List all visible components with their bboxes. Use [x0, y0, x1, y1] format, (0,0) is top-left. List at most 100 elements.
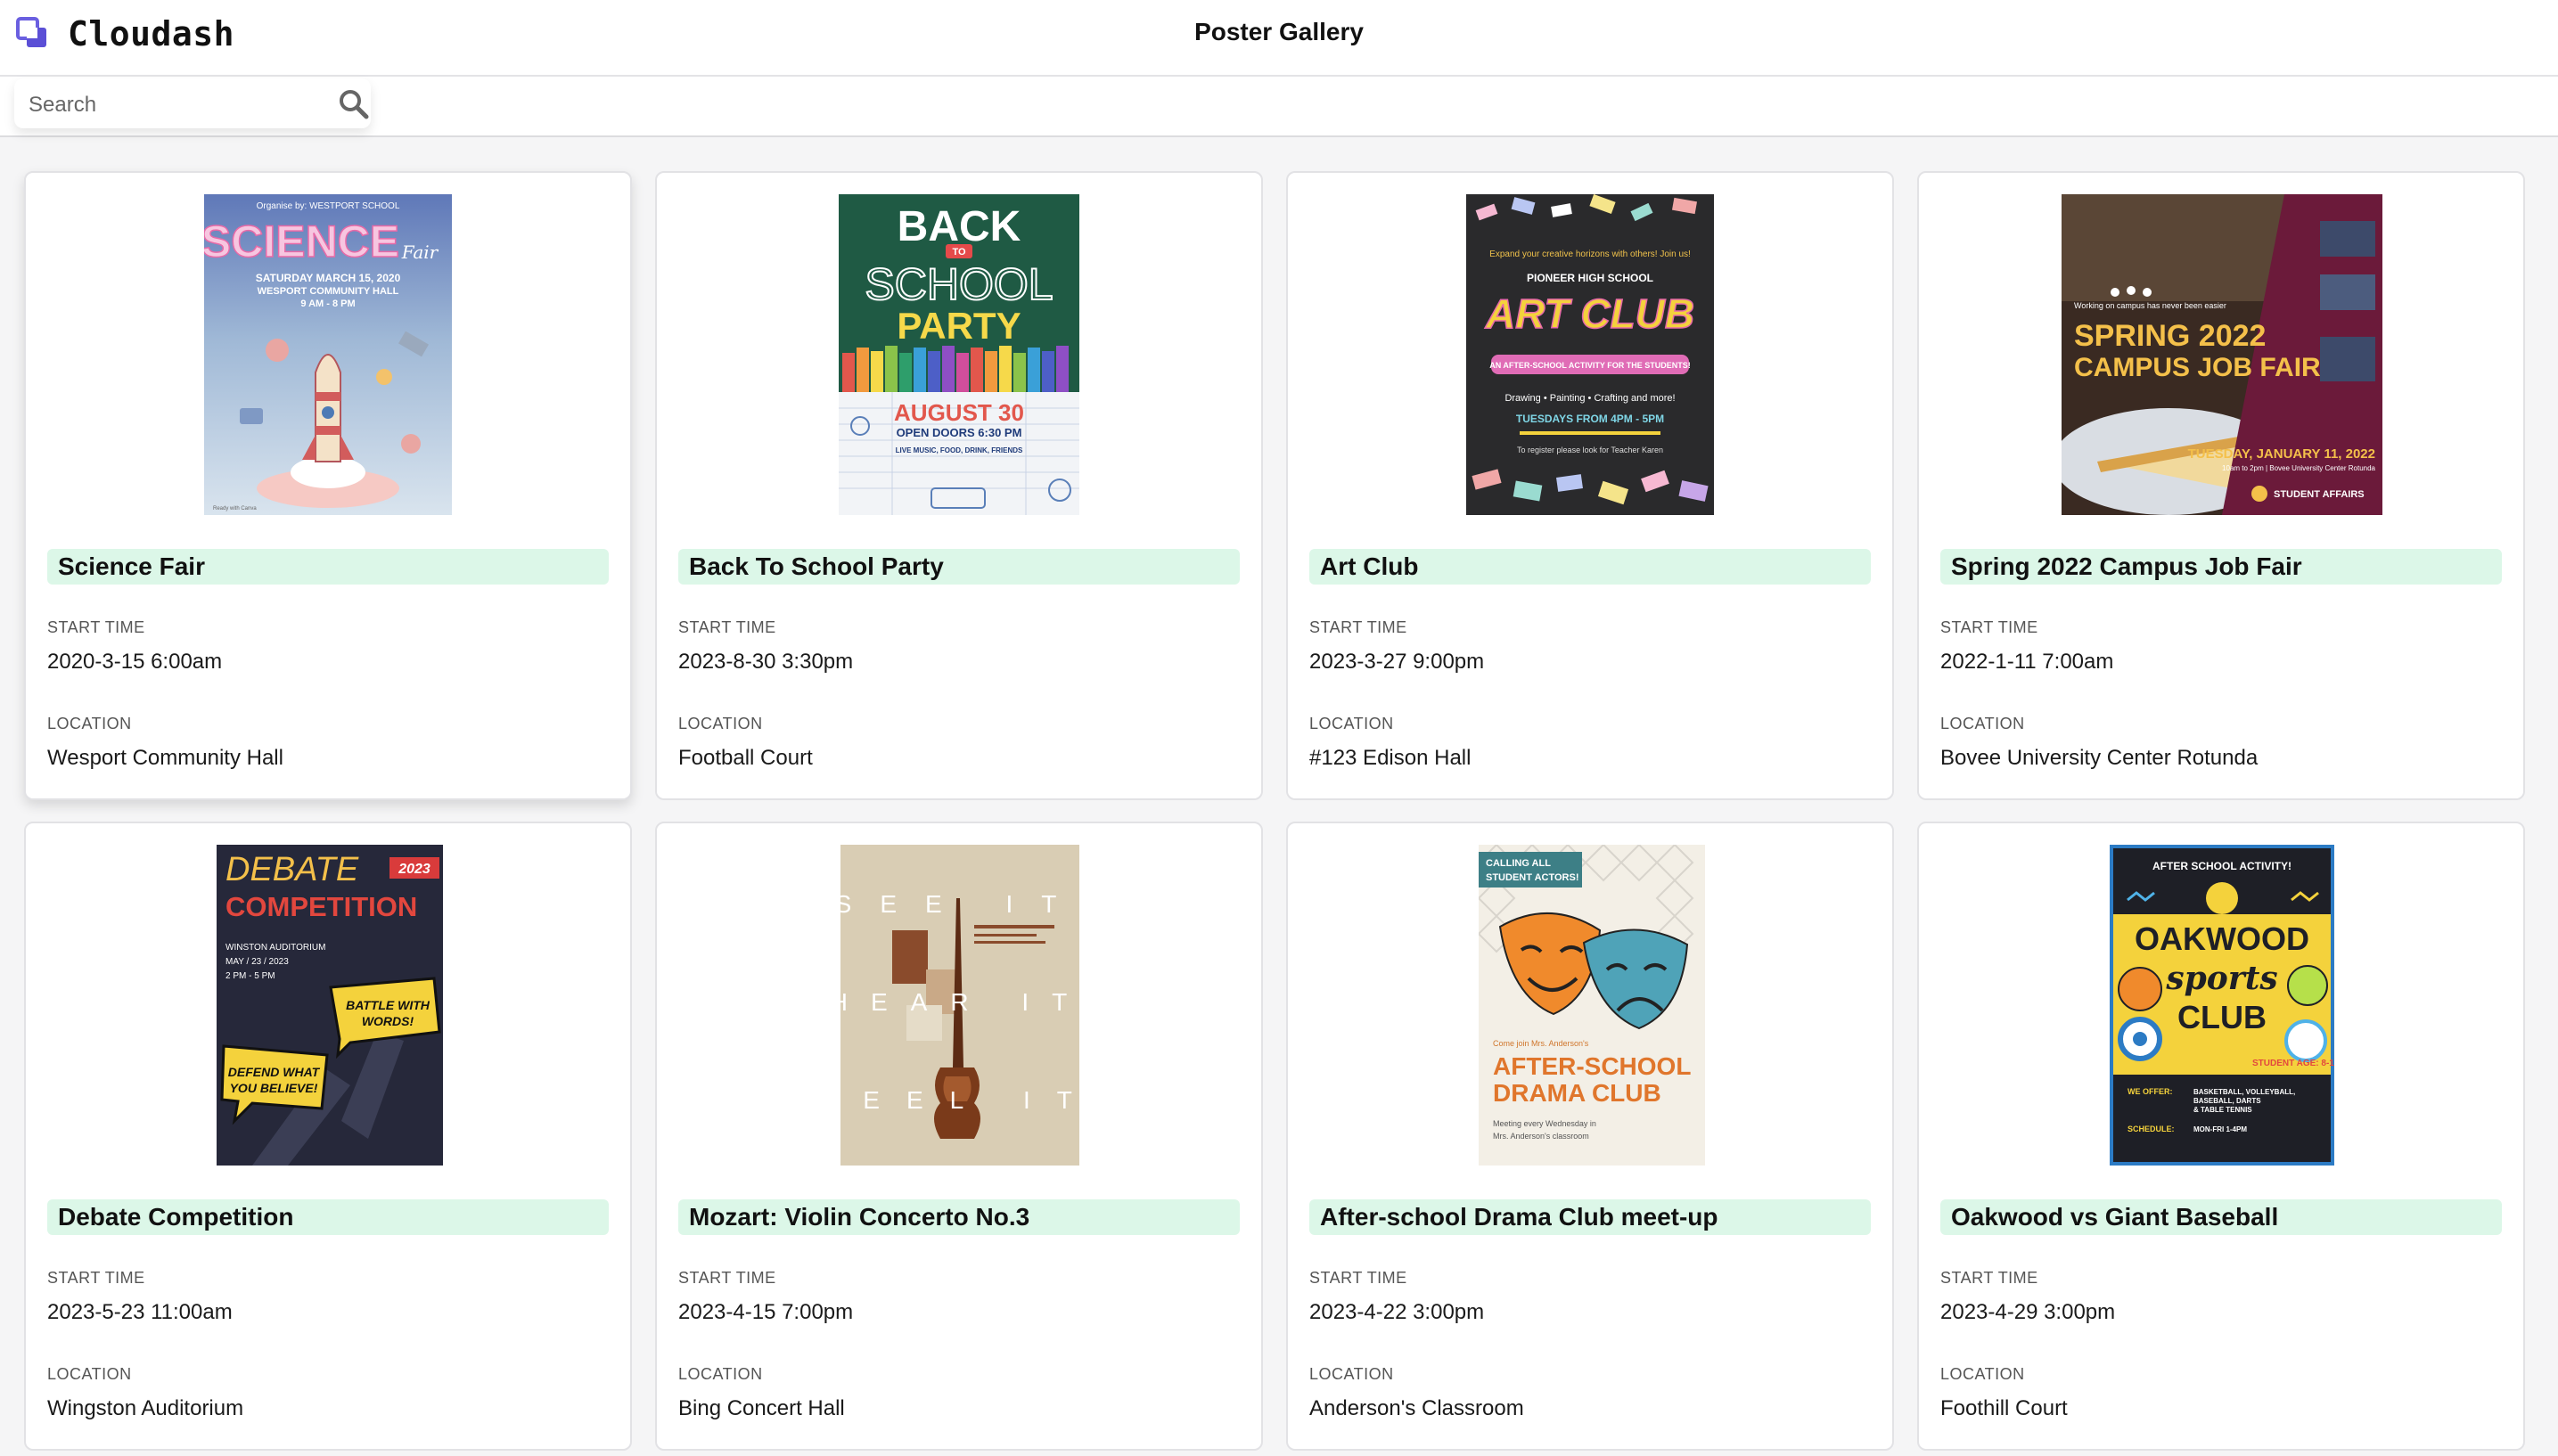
- location-label: LOCATION: [1940, 1365, 2025, 1383]
- location-value: Anderson's Classroom: [1309, 1396, 1524, 1420]
- poster-activities: Drawing • Painting • Crafting and more!: [1504, 393, 1675, 404]
- poster-date: SATURDAY MARCH 15, 2020: [256, 272, 401, 284]
- event-card-art-club[interactable]: Expand your creative horizons with other…: [1286, 171, 1894, 800]
- poster-venue: WINSTON AUDITORIUM: [225, 943, 325, 953]
- start-time-label: START TIME: [47, 1269, 145, 1287]
- location-label: LOCATION: [1940, 715, 2025, 732]
- poster-grid: Organise by: WESTPORT SCHOOL SCIENCE Fai…: [24, 171, 2525, 1451]
- location-value: Bovee University Center Rotunda: [1940, 746, 2259, 770]
- poster-date: MAY / 23 / 2023: [225, 957, 289, 967]
- poster-time: 2 PM - 5 PM: [225, 971, 275, 981]
- event-title: Art Club: [1309, 549, 1871, 585]
- poster-working: Working on campus has never been easier: [2074, 301, 2226, 310]
- poster-time: 10am to 2pm | Bovee University Center Ro…: [2222, 464, 2375, 472]
- poster-line1: OAKWOOD: [2135, 920, 2309, 957]
- start-time-value: 2023-3-27 9:00pm: [1309, 650, 1485, 674]
- location-value: Football Court: [678, 746, 813, 770]
- poster-bubble2-line1: DEFEND WHAT: [228, 1065, 321, 1079]
- location-value: Wesport Community Hall: [47, 746, 283, 770]
- start-time-label: START TIME: [1940, 618, 2038, 636]
- poster-line2: SCHOOL: [865, 259, 1053, 309]
- start-time-value: 2023-5-23 11:00am: [47, 1300, 233, 1324]
- event-title: Oakwood vs Giant Baseball: [1940, 1199, 2502, 1235]
- poster-bubble2-line2: YOU BELIEVE!: [230, 1081, 318, 1095]
- location-label: LOCATION: [1309, 715, 1394, 732]
- poster-extras: LIVE MUSIC, FOOD, DRINK, FRIENDS: [896, 446, 1023, 454]
- poster-line2: COMPETITION: [225, 891, 417, 922]
- search-bar: [0, 77, 2558, 137]
- location-value: Bing Concert Hall: [678, 1396, 845, 1420]
- event-title: Mozart: Violin Concerto No.3: [678, 1199, 1240, 1235]
- event-title: Spring 2022 Campus Job Fair: [1940, 549, 2502, 585]
- start-time-value: 2023-4-29 3:00pm: [1940, 1300, 2116, 1324]
- poster-intro: Come join Mrs. Anderson's: [1493, 1039, 1589, 1048]
- poster-line1: AFTER-SCHOOL: [1493, 1052, 1691, 1080]
- poster-offer-line2: BASEBALL, DARTS: [2193, 1097, 2261, 1105]
- start-time-value: 2020-3-15 6:00am: [47, 650, 223, 674]
- search-box: [14, 78, 371, 128]
- poster-year: 2023: [398, 862, 430, 877]
- poster-bubble1-line1: BATTLE WITH: [346, 998, 430, 1012]
- poster-offer-line1: BASKETBALL, VOLLEYBALL,: [2193, 1088, 2295, 1096]
- event-card-oakwood-vs-giant-baseball[interactable]: AFTER SCHOOL ACTIVITY! OAKWOOD sports CL…: [1917, 822, 2525, 1451]
- poster-badge-line1: CALLING ALL: [1486, 858, 1551, 869]
- poster-age: STUDENT AGE: 8-18: [2252, 1059, 2334, 1068]
- poster-line2: CAMPUS JOB FAIR: [2074, 353, 2321, 382]
- poster-venue: WESPORT COMMUNITY HALL: [258, 286, 399, 297]
- poster-image-debate-competition: DEBATE 2023 COMPETITION WINSTON AUDITORI…: [217, 845, 443, 1166]
- location-label: LOCATION: [47, 1365, 132, 1383]
- event-card-science-fair[interactable]: Organise by: WESTPORT SCHOOL SCIENCE Fai…: [24, 171, 632, 800]
- start-time-label: START TIME: [1940, 1269, 2038, 1287]
- search-icon[interactable]: [337, 87, 371, 121]
- location-value: Wingston Auditorium: [47, 1396, 244, 1420]
- location-label: LOCATION: [678, 1365, 763, 1383]
- start-time-value: 2023-4-22 3:00pm: [1309, 1300, 1485, 1324]
- poster-tag: Fair: [401, 241, 439, 263]
- event-card-mozart-violin-concerto[interactable]: SEE IT HEAR IT FEEL IT Mozart: Violin Co…: [655, 822, 1263, 1451]
- poster-headline: ART CLUB: [1485, 290, 1694, 337]
- event-title: Science Fair: [47, 549, 609, 585]
- poster-row2: HEAR IT: [840, 988, 1079, 1016]
- poster-school: PIONEER HIGH SCHOOL: [1527, 272, 1653, 284]
- poster-offer-label: WE OFFER:: [2128, 1087, 2173, 1096]
- poster-image-science-fair: Organise by: WESTPORT SCHOOL SCIENCE Fai…: [204, 194, 452, 515]
- start-time-value: 2023-8-30 3:30pm: [678, 650, 854, 674]
- poster-line2: sports: [2165, 960, 2277, 997]
- location-label: LOCATION: [47, 715, 132, 732]
- poster-image-oakwood-vs-giant-baseball: AFTER SCHOOL ACTIVITY! OAKWOOD sports CL…: [2110, 845, 2334, 1166]
- event-card-back-to-school-party[interactable]: BACK TO SCHOOL PARTY AUGUST 30 OPEN DOOR…: [655, 171, 1263, 800]
- start-time-value: 2022-1-11 7:00am: [1940, 650, 2114, 674]
- search-input[interactable]: [27, 87, 324, 123]
- event-card-spring-2022-campus-job-fair[interactable]: Working on campus has never been easier …: [1917, 171, 2525, 800]
- event-card-debate-competition[interactable]: DEBATE 2023 COMPETITION WINSTON AUDITORI…: [24, 822, 632, 1451]
- start-time-label: START TIME: [47, 618, 145, 636]
- start-time-label: START TIME: [678, 1269, 776, 1287]
- poster-tagline: Expand your creative horizons with other…: [1489, 249, 1691, 259]
- location-value: #123 Edison Hall: [1309, 746, 1472, 770]
- poster-meet-line2: Mrs. Anderson's classroom: [1493, 1132, 1589, 1141]
- poster-date: TUESDAY, JANUARY 11, 2022: [2188, 446, 2375, 462]
- poster-badge-line2: STUDENT ACTORS!: [1486, 872, 1579, 883]
- poster-row1: SEE IT: [840, 890, 1079, 918]
- location-label: LOCATION: [1309, 1365, 1394, 1383]
- poster-image-back-to-school-party: BACK TO SCHOOL PARTY AUGUST 30 OPEN DOOR…: [839, 194, 1079, 515]
- poster-date: AUGUST 30: [894, 399, 1024, 426]
- poster-top: AFTER SCHOOL ACTIVITY!: [2152, 860, 2292, 872]
- event-card-drama-club[interactable]: CALLING ALL STUDENT ACTORS! Come join Mr…: [1286, 822, 1894, 1451]
- start-time-label: START TIME: [678, 618, 776, 636]
- poster-image-art-club: Expand your creative horizons with other…: [1466, 194, 1714, 515]
- poster-image-spring-2022-campus-job-fair: Working on campus has never been easier …: [2062, 194, 2382, 515]
- svg-text:Ready with Canva: Ready with Canva: [213, 506, 257, 511]
- poster-brand: STUDENT AFFAIRS: [2274, 489, 2365, 500]
- poster-to: TO: [952, 247, 966, 258]
- event-title: After-school Drama Club meet-up: [1309, 1199, 1871, 1235]
- event-title: Back To School Party: [678, 549, 1240, 585]
- poster-hours: TUESDAYS FROM 4PM - 5PM: [1516, 413, 1664, 425]
- location-value: Foothill Court: [1940, 1396, 2068, 1420]
- poster-headline: SCIENCE: [204, 217, 399, 266]
- poster-schedule-label: SCHEDULE:: [2128, 1125, 2175, 1133]
- poster-org-text: Organise by: WESTPORT SCHOOL: [257, 201, 400, 211]
- poster-register: To register please look for Teacher Kare…: [1517, 446, 1663, 454]
- location-label: LOCATION: [678, 715, 763, 732]
- poster-line1: SPRING 2022: [2074, 319, 2266, 353]
